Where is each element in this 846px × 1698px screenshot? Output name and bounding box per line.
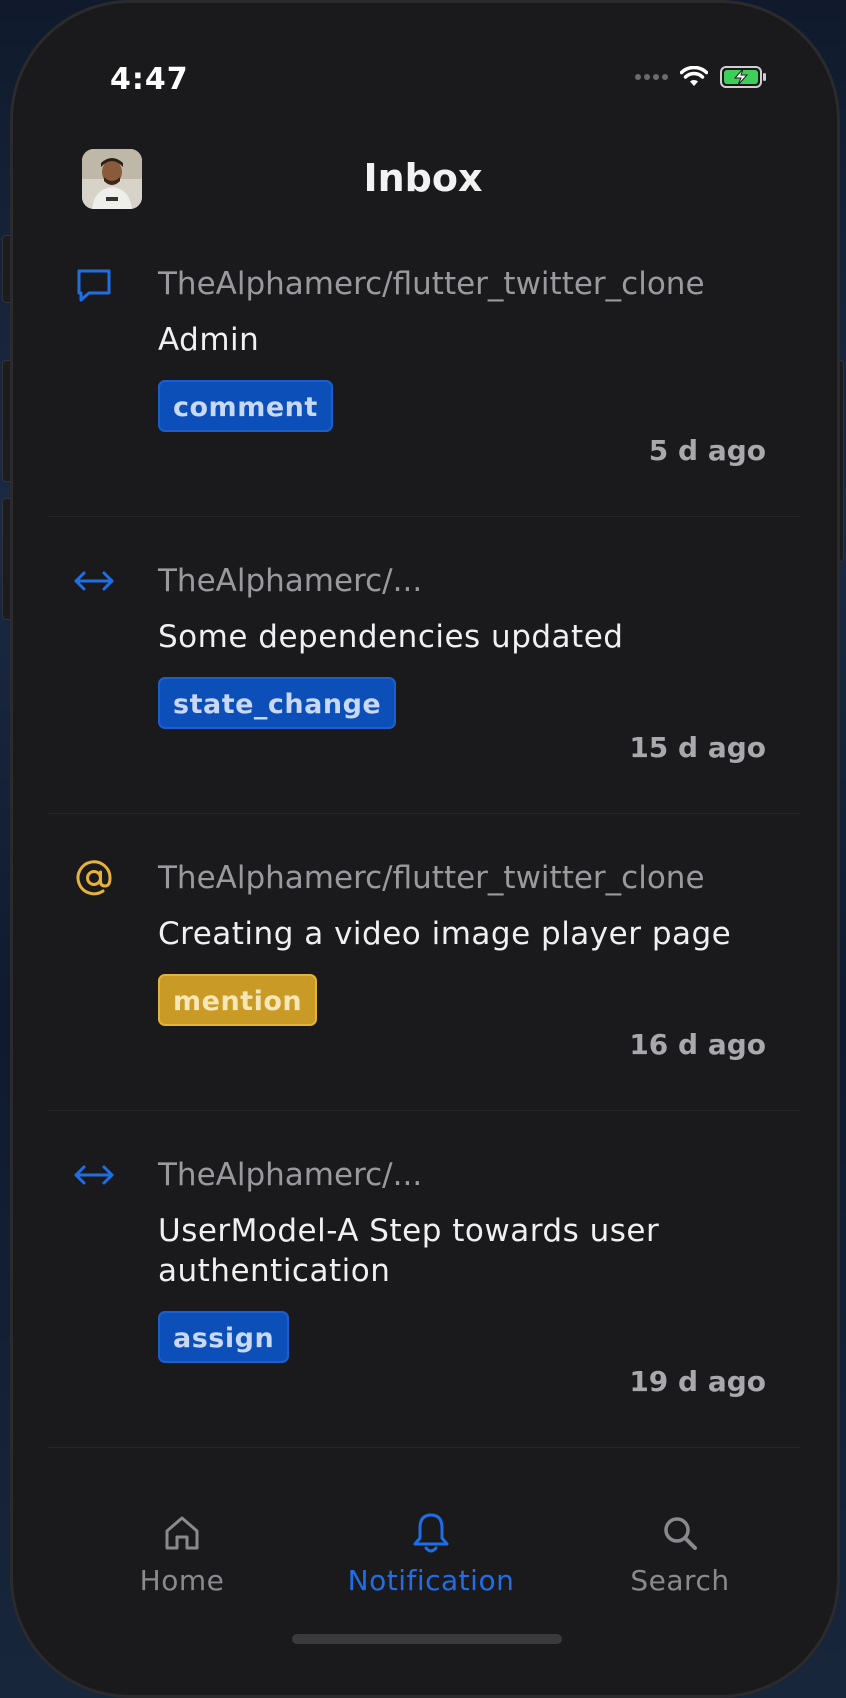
notification-tag: mention — [158, 974, 318, 1026]
notification-repo: TheAlphamerc/flutter_twitter_clone — [158, 860, 705, 896]
bell-icon — [311, 1510, 551, 1556]
home-indicator[interactable] — [292, 1634, 562, 1644]
status-time: 4:47 — [110, 62, 189, 97]
nav-item-notification[interactable]: Notification — [311, 1510, 551, 1597]
notification-repo: TheAlphamerc/flutter_twitter_clone — [158, 266, 705, 302]
comment-icon — [72, 264, 116, 308]
notification-list: TheAlphamerc/flutter_twitter_clone Admin… — [48, 240, 800, 1448]
wifi-icon — [680, 66, 708, 86]
notification-item[interactable]: TheAlphamerc/... UserModel-A Step toward… — [48, 1111, 800, 1448]
notification-item[interactable]: TheAlphamerc/flutter_twitter_clone Admin… — [48, 240, 800, 517]
notification-title: UserModel-A Step towards user authentica… — [158, 1213, 660, 1289]
notification-title: Some dependencies updated — [158, 619, 624, 655]
notification-title: Creating a video image player page — [158, 916, 732, 952]
notification-repo: TheAlphamerc/... — [158, 563, 423, 599]
page-title: Inbox — [363, 156, 483, 200]
nav-label-search: Search — [630, 1564, 730, 1597]
notification-time: 19 d ago — [629, 1365, 766, 1398]
mention-icon — [72, 856, 116, 900]
nav-item-search[interactable]: Search — [560, 1510, 800, 1597]
home-icon — [62, 1510, 302, 1556]
notification-repo: TheAlphamerc/... — [158, 1157, 423, 1193]
bottom-navigation: Home Notification Search — [10, 1510, 840, 1630]
state-change-icon — [72, 559, 116, 603]
phone-screen: 4:47 Inbox TheAlphamerc/flutter_twitter_… — [10, 0, 840, 1698]
notification-title: Admin — [158, 322, 260, 358]
notification-tag: assign — [158, 1311, 290, 1363]
status-icons — [635, 66, 768, 88]
notification-time: 15 d ago — [629, 731, 766, 764]
search-icon — [560, 1510, 800, 1556]
notification-time: 16 d ago — [629, 1028, 766, 1061]
notification-time: 5 d ago — [648, 434, 766, 467]
notification-item[interactable]: TheAlphamerc/... Some dependencies updat… — [48, 517, 800, 814]
nav-item-home[interactable]: Home — [62, 1510, 302, 1597]
notification-tag: comment — [158, 380, 333, 432]
nav-label-home: Home — [139, 1564, 225, 1597]
notification-item[interactable]: TheAlphamerc/flutter_twitter_clone Creat… — [48, 814, 800, 1111]
cellular-signal-icon — [635, 74, 668, 80]
battery-charging-icon — [720, 66, 766, 88]
nav-label-notification: Notification — [347, 1564, 515, 1597]
state-change-icon — [72, 1153, 116, 1197]
notification-tag: state_change — [158, 677, 397, 729]
